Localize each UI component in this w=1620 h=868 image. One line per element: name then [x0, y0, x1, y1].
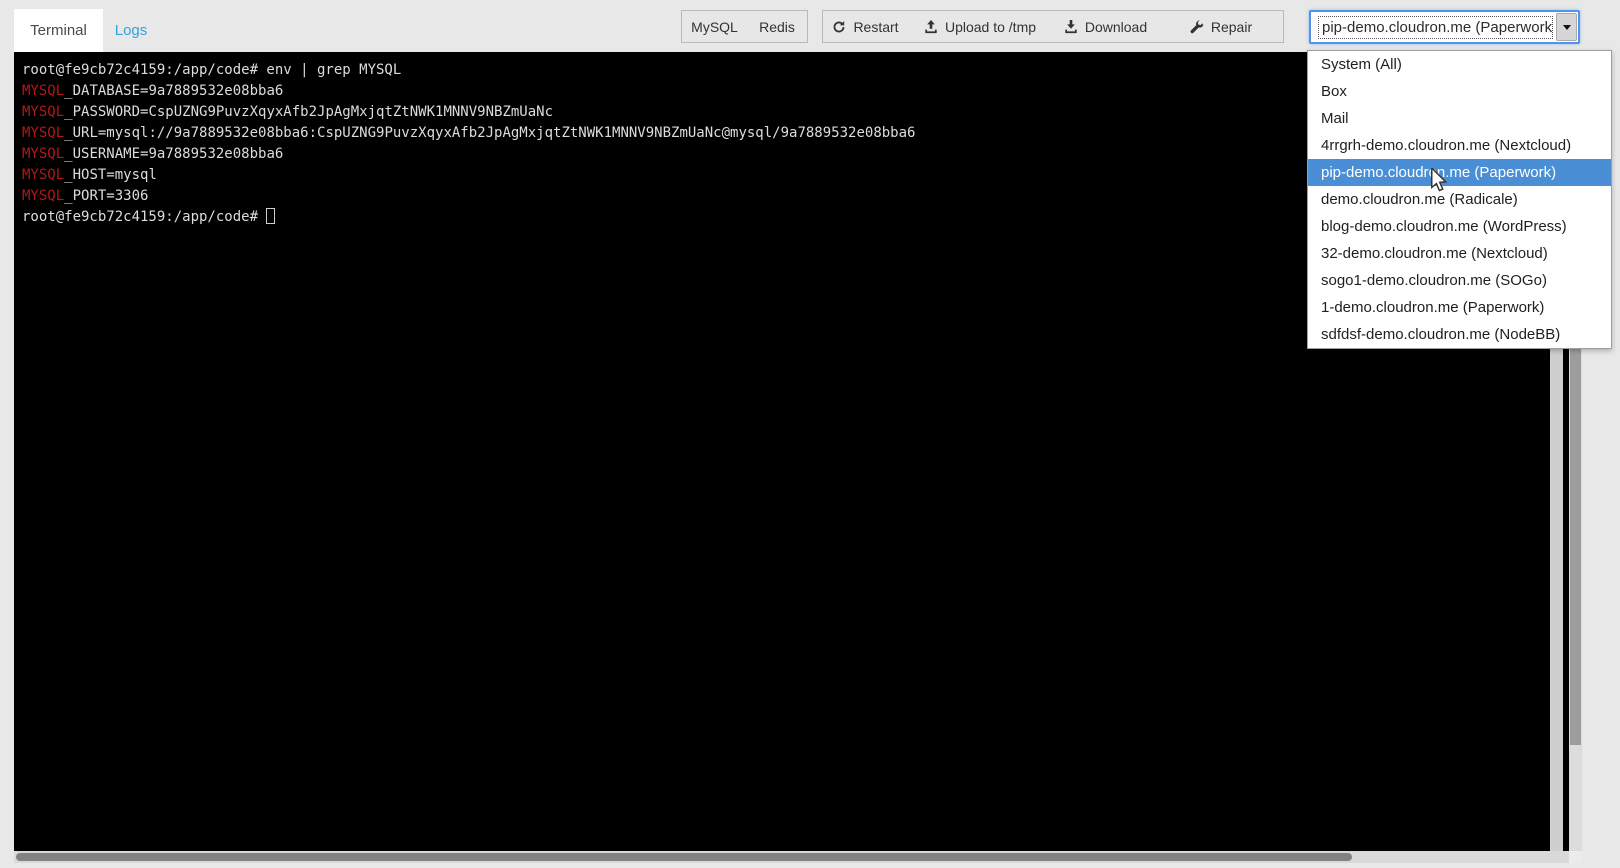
dropdown-option[interactable]: 32-demo.cloudron.me (Nextcloud) — [1308, 240, 1611, 267]
restart-button[interactable]: Restart — [822, 10, 909, 43]
dropdown-option[interactable]: Mail — [1308, 105, 1611, 132]
grep-match: MYSQL — [22, 167, 64, 183]
restart-icon — [832, 20, 846, 34]
dropdown-option[interactable]: System (All) — [1308, 51, 1611, 78]
terminal-cursor — [266, 208, 275, 224]
dropdown-option[interactable]: sdfdsf-demo.cloudron.me (NodeBB) — [1308, 321, 1611, 348]
upload-icon — [924, 20, 938, 34]
terminal-text: _PORT=3306 — [64, 188, 148, 204]
download-icon — [1064, 20, 1078, 34]
restart-button-label: Restart — [853, 19, 898, 35]
horizontal-scrollbar[interactable] — [14, 851, 1569, 863]
grep-match: MYSQL — [22, 104, 64, 120]
repair-button[interactable]: Repair — [1159, 10, 1284, 43]
terminal-text: _USERNAME=9a7889532e08bba6 — [64, 146, 283, 162]
dropdown-option[interactable]: Box — [1308, 78, 1611, 105]
wrench-icon — [1190, 20, 1204, 34]
app-select[interactable]: pip-demo.cloudron.me (Paperwork) — [1309, 10, 1580, 44]
mysql-button[interactable]: MySQL — [681, 10, 748, 43]
app-select-dropdown: System (All)BoxMail4rrgrh-demo.cloudron.… — [1307, 50, 1612, 349]
terminal-text: _URL=mysql://9a7889532e08bba6:CspUZNG9Pu… — [64, 125, 915, 141]
select-arrow-icon[interactable] — [1556, 13, 1577, 41]
scrollbar-corner — [1569, 851, 1582, 863]
grep-match: MYSQL — [22, 83, 64, 99]
dropdown-option[interactable]: 1-demo.cloudron.me (Paperwork) — [1308, 294, 1611, 321]
download-button-label: Download — [1085, 19, 1147, 35]
horizontal-scrollbar-thumb[interactable] — [16, 853, 1352, 861]
tab-terminal-label: Terminal — [30, 22, 87, 39]
upload-button-label: Upload to /tmp — [945, 19, 1036, 35]
grep-match: MYSQL — [22, 146, 64, 162]
upload-button[interactable]: Upload to /tmp — [908, 10, 1053, 43]
app-select-value: pip-demo.cloudron.me (Paperwork) — [1319, 17, 1552, 38]
tab-terminal[interactable]: Terminal — [14, 9, 103, 52]
dropdown-option[interactable]: pip-demo.cloudron.me (Paperwork) — [1308, 159, 1611, 186]
tab-logs[interactable]: Logs — [103, 9, 159, 52]
mysql-button-label: MySQL — [691, 19, 738, 35]
terminal-text: root@fe9cb72c4159:/app/code# — [22, 209, 266, 225]
grep-match: MYSQL — [22, 125, 64, 141]
redis-button-label: Redis — [759, 19, 795, 35]
terminal-text: _DATABASE=9a7889532e08bba6 — [64, 83, 283, 99]
grep-match: MYSQL — [22, 188, 64, 204]
terminal-text: _HOST=mysql — [64, 167, 157, 183]
dropdown-option[interactable]: sogo1-demo.cloudron.me (SOGo) — [1308, 267, 1611, 294]
terminal-text: _PASSWORD=CspUZNG9PuvzXqyxAfb2JpAgMxjqtZ… — [64, 104, 553, 120]
tab-logs-label: Logs — [115, 22, 148, 39]
dropdown-option[interactable]: blog-demo.cloudron.me (WordPress) — [1308, 213, 1611, 240]
terminal-text: root@fe9cb72c4159:/app/code# env | grep … — [22, 62, 401, 78]
download-button[interactable]: Download — [1052, 10, 1160, 43]
redis-button[interactable]: Redis — [747, 10, 808, 43]
repair-button-label: Repair — [1211, 19, 1252, 35]
dropdown-option[interactable]: demo.cloudron.me (Radicale) — [1308, 186, 1611, 213]
dropdown-option[interactable]: 4rrgrh-demo.cloudron.me (Nextcloud) — [1308, 132, 1611, 159]
